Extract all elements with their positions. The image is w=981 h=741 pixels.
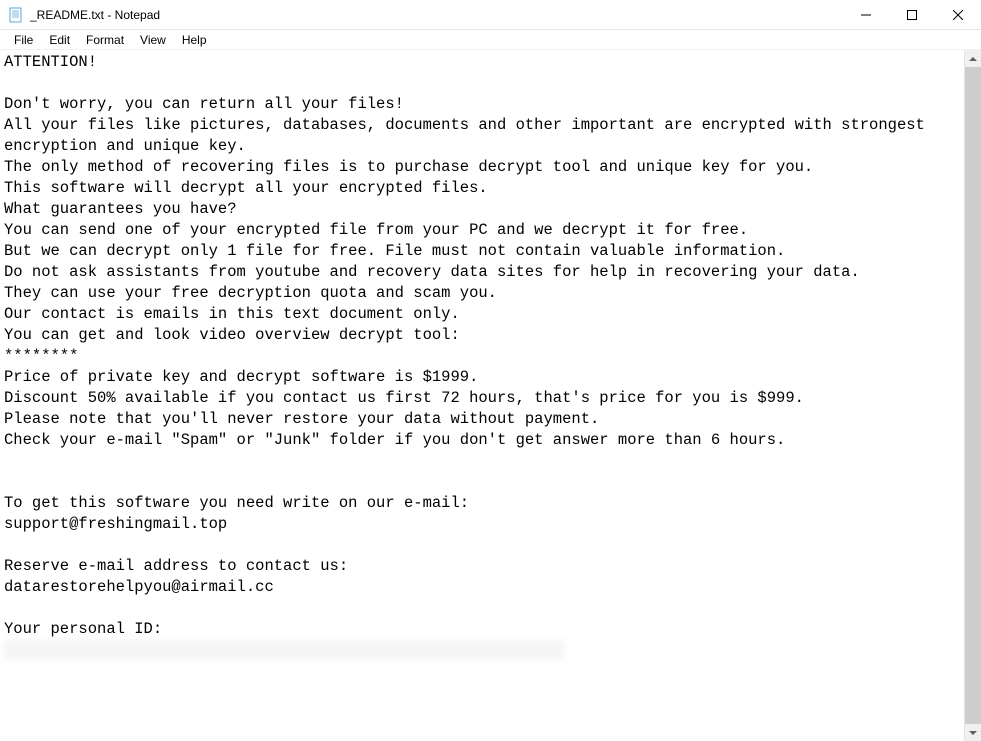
window-title: _README.txt - Notepad <box>30 8 843 22</box>
text-line: Your personal ID: <box>4 620 162 638</box>
text-line: All your files like pictures, databases,… <box>4 116 934 155</box>
scroll-track[interactable] <box>965 67 981 724</box>
text-line: ATTENTION! <box>4 53 97 71</box>
text-line: Do not ask assistants from youtube and r… <box>4 263 860 281</box>
menu-help[interactable]: Help <box>174 31 215 49</box>
text-line: You can get and look video overview decr… <box>4 326 460 344</box>
text-line: Discount 50% available if you contact us… <box>4 389 804 407</box>
minimize-button[interactable] <box>843 0 889 29</box>
text-line: datarestorehelpyou@airmail.cc <box>4 578 274 596</box>
text-line: Don't worry, you can return all your fil… <box>4 95 404 113</box>
text-line: The only method of recovering files is t… <box>4 158 813 176</box>
text-line: Reserve e-mail address to contact us: <box>4 557 348 575</box>
text-line: You can send one of your encrypted file … <box>4 221 748 239</box>
text-line: Our contact is emails in this text docum… <box>4 305 460 323</box>
text-line: Please note that you'll never restore yo… <box>4 410 599 428</box>
notepad-icon <box>8 7 24 23</box>
text-line: To get this software you need write on o… <box>4 494 469 512</box>
text-line: Price of private key and decrypt softwar… <box>4 368 478 386</box>
vertical-scrollbar[interactable] <box>964 50 981 741</box>
text-line: But we can decrypt only 1 file for free.… <box>4 242 785 260</box>
menu-view[interactable]: View <box>132 31 174 49</box>
text-line: What guarantees you have? <box>4 200 237 218</box>
text-line: Check your e-mail "Spam" or "Junk" folde… <box>4 431 785 449</box>
text-line: This software will decrypt all your encr… <box>4 179 488 197</box>
scroll-thumb[interactable] <box>965 67 981 724</box>
content-wrapper: ATTENTION! Don't worry, you can return a… <box>0 50 981 741</box>
text-area[interactable]: ATTENTION! Don't worry, you can return a… <box>0 50 964 741</box>
menubar: File Edit Format View Help <box>0 30 981 50</box>
window-controls <box>843 0 981 29</box>
close-button[interactable] <box>935 0 981 29</box>
text-line: support@freshingmail.top <box>4 515 227 533</box>
maximize-button[interactable] <box>889 0 935 29</box>
scroll-down-arrow[interactable] <box>965 724 981 741</box>
titlebar: _README.txt - Notepad <box>0 0 981 30</box>
personal-id-blurred <box>4 640 564 660</box>
menu-edit[interactable]: Edit <box>41 31 78 49</box>
scroll-up-arrow[interactable] <box>965 50 981 67</box>
text-line: ******** <box>4 347 78 365</box>
menu-file[interactable]: File <box>6 31 41 49</box>
text-line: They can use your free decryption quota … <box>4 284 497 302</box>
menu-format[interactable]: Format <box>78 31 132 49</box>
